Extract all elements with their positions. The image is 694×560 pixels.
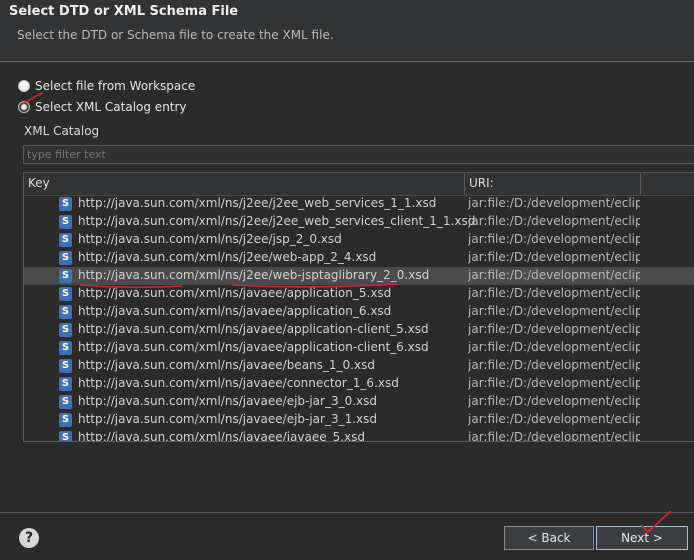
table-row[interactable]: Shttp://java.sun.com/xml/ns/j2ee/web-jsp… [24, 267, 694, 285]
radio-workspace-option[interactable]: Select file from Workspace [18, 77, 195, 95]
row-key: http://java.sun.com/xml/ns/j2ee/j2ee_web… [78, 214, 476, 228]
row-key: http://java.sun.com/xml/ns/javaee/connec… [78, 376, 399, 390]
schema-file-icon: S [59, 323, 72, 337]
row-key: http://java.sun.com/xml/ns/javaee/beans_… [78, 358, 375, 372]
schema-file-icon: S [59, 251, 72, 265]
column-header-uri[interactable]: URI: [465, 173, 641, 195]
column-header-key[interactable]: Key [24, 173, 465, 195]
xml-catalog-label: XML Catalog [24, 124, 100, 138]
row-uri: jar:file:/D:/development/eclip... [468, 340, 640, 354]
filter-input[interactable] [23, 145, 694, 164]
next-button[interactable]: Next > [596, 526, 688, 550]
row-uri: jar:file:/D:/development/eclip... [468, 268, 640, 282]
footer-divider [0, 512, 694, 513]
schema-file-icon: S [59, 377, 72, 391]
row-uri: jar:file:/D:/development/eclip... [468, 232, 640, 246]
row-key: http://java.sun.com/xml/ns/j2ee/web-app_… [78, 250, 377, 264]
row-key: http://java.sun.com/xml/ns/j2ee/j2ee_web… [78, 196, 437, 210]
wizard-title: Select DTD or XML Schema File [9, 4, 239, 19]
table-row[interactable]: Shttp://java.sun.com/xml/ns/javaee/ejb-j… [24, 411, 694, 429]
table-row[interactable]: Shttp://java.sun.com/xml/ns/javaee/appli… [24, 303, 694, 321]
row-uri: jar:file:/D:/development/eclip... [468, 394, 640, 408]
row-uri: jar:file:/D:/development/eclip... [468, 322, 640, 336]
row-key: http://java.sun.com/xml/ns/javaee/applic… [78, 340, 429, 354]
help-icon[interactable]: ? [19, 528, 39, 548]
row-key: http://java.sun.com/xml/ns/javaee/applic… [78, 304, 392, 318]
row-uri: jar:file:/D:/development/eclip... [468, 286, 640, 300]
schema-file-icon: S [59, 269, 72, 283]
schema-file-icon: S [59, 359, 72, 373]
table-row[interactable]: Shttp://java.sun.com/xml/ns/javaee/conne… [24, 375, 694, 393]
radio-workspace-label: Select file from Workspace [35, 79, 196, 93]
radio-catalog-option[interactable]: Select XML Catalog entry [18, 98, 187, 116]
schema-file-icon: S [59, 341, 72, 355]
table-row[interactable]: Shttp://java.sun.com/xml/ns/javaee/appli… [24, 321, 694, 339]
radio-catalog-label: Select XML Catalog entry [35, 100, 187, 114]
table-row[interactable]: Shttp://java.sun.com/xml/ns/j2ee/j2ee_we… [24, 213, 694, 231]
row-key: http://java.sun.com/xml/ns/javaee/applic… [78, 322, 429, 336]
back-button[interactable]: < Back [504, 526, 594, 550]
row-key: http://java.sun.com/xml/ns/javaee/ejb-ja… [78, 412, 378, 426]
table-row[interactable]: Shttp://java.sun.com/xml/ns/javaee/appli… [24, 339, 694, 357]
row-uri: jar:file:/D:/development/eclip... [468, 358, 640, 372]
schema-file-icon: S [59, 197, 72, 211]
schema-file-icon: S [59, 395, 72, 409]
schema-file-icon: S [59, 431, 72, 441]
table-row[interactable]: Shttp://java.sun.com/xml/ns/javaee/appli… [24, 285, 694, 303]
radio-catalog[interactable] [18, 101, 30, 113]
table-row[interactable]: Shttp://java.sun.com/xml/ns/javaee/beans… [24, 357, 694, 375]
row-uri: jar:file:/D:/development/eclip... [468, 376, 640, 390]
row-uri: jar:file:/D:/development/eclip... [468, 412, 640, 426]
table-row[interactable]: Shttp://java.sun.com/xml/ns/j2ee/j2ee_we… [24, 195, 694, 213]
schema-file-icon: S [59, 233, 72, 247]
schema-file-icon: S [59, 287, 72, 301]
row-uri: jar:file:/D:/development/eclip... [468, 304, 640, 318]
row-uri: jar:file:/D:/development/eclip... [468, 430, 640, 442]
table-row[interactable]: Shttp://java.sun.com/xml/ns/javaee/javae… [24, 429, 694, 442]
row-key: http://java.sun.com/xml/ns/j2ee/jsp_2_0.… [78, 232, 342, 246]
radio-workspace[interactable] [18, 80, 30, 92]
table-row[interactable]: Shttp://java.sun.com/xml/ns/javaee/ejb-j… [24, 393, 694, 411]
row-uri: jar:file:/D:/development/eclip... [468, 250, 640, 264]
schema-file-icon: S [59, 413, 72, 427]
row-uri: jar:file:/D:/development/eclip... [468, 196, 640, 210]
schema-file-icon: S [59, 215, 72, 229]
catalog-table[interactable]: Key URI: Shttp://java.sun.com/xml/ns/j2e… [23, 172, 694, 442]
table-row[interactable]: Shttp://java.sun.com/xml/ns/j2ee/jsp_2_0… [24, 231, 694, 249]
column-header-extra[interactable] [641, 173, 694, 195]
row-key: http://java.sun.com/xml/ns/javaee/javaee… [78, 430, 366, 442]
table-header: Key URI: [24, 173, 694, 196]
table-row[interactable]: Shttp://java.sun.com/xml/ns/j2ee/web-app… [24, 249, 694, 267]
header-divider [0, 61, 694, 62]
row-key: http://java.sun.com/xml/ns/j2ee/web-jspt… [78, 268, 430, 282]
wizard-description: Select the DTD or Schema file to create … [17, 28, 334, 42]
row-key: http://java.sun.com/xml/ns/javaee/ejb-ja… [78, 394, 378, 408]
schema-file-icon: S [59, 305, 72, 319]
row-uri: jar:file:/D:/development/eclip... [468, 214, 640, 228]
row-key: http://java.sun.com/xml/ns/javaee/applic… [78, 286, 392, 300]
table-body: Shttp://java.sun.com/xml/ns/j2ee/j2ee_we… [24, 195, 694, 442]
wizard-header: Select DTD or XML Schema File Select the… [0, 0, 694, 60]
